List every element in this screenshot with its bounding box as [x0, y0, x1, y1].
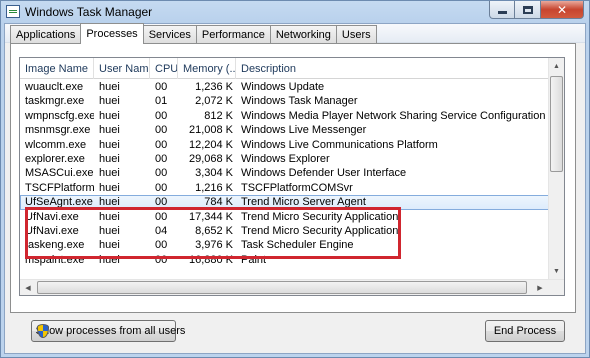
horizontal-scrollbar[interactable]: ◀ ▶: [20, 279, 564, 295]
cell-memory: 2,072 K: [195, 95, 233, 108]
process-row[interactable]: wuauclt.exe huei 00 1,236 K Windows Update: [20, 80, 550, 94]
cell-image-name: taskmgr.exe: [25, 95, 85, 108]
column-description[interactable]: Description: [236, 58, 550, 79]
cell-user-name: huei: [99, 81, 120, 93]
title-bar[interactable]: Windows Task Manager ✕: [1, 1, 589, 23]
end-process-label: End Process: [493, 325, 557, 337]
cell-user-name: huei: [99, 152, 120, 165]
end-process-button[interactable]: End Process: [485, 320, 565, 342]
cell-image-name: wuauclt.exe: [25, 81, 84, 93]
cell-user-name: huei: [99, 138, 120, 151]
cell-memory: 3,304 K: [195, 167, 233, 180]
column-image-name[interactable]: Image Name: [20, 58, 94, 79]
scroll-down-icon[interactable]: ▼: [549, 263, 564, 279]
cell-description: TSCFPlatformCOMSvr: [241, 181, 353, 194]
column-header-row: Image Name User Name CPU Memory (... Des…: [20, 58, 550, 79]
cell-description: Windows Update: [241, 81, 325, 93]
process-row[interactable]: taskmgr.exe huei 01 2,072 K Windows Task Man…: [20, 94, 550, 108]
cell-cpu: 00: [155, 109, 168, 122]
scroll-left-icon[interactable]: ◀: [20, 280, 36, 295]
tab-networking[interactable]: Networking: [269, 25, 337, 43]
column-user-name[interactable]: User Name: [94, 58, 150, 79]
cell-memory: 1,236 K: [195, 81, 233, 93]
cell-cpu: 00: [155, 167, 168, 180]
red-annotation-box: [25, 207, 401, 259]
cell-user-name: huei: [99, 95, 120, 108]
process-row[interactable]: wmpnscfg.exe huei 00 812 K Windows Media Pla…: [20, 109, 550, 123]
task-manager-window: Windows Task Manager ✕ File Options View…: [0, 0, 590, 358]
tab-users[interactable]: Users: [335, 25, 377, 43]
minimize-icon: [497, 11, 507, 14]
cell-description: Windows Live Communications Platform: [241, 138, 438, 151]
show-all-processes-label: Show processes from all users: [35, 325, 186, 337]
cell-cpu: 00: [155, 181, 168, 194]
vertical-scrollbar[interactable]: ▲ ▼: [548, 58, 564, 295]
cell-image-name: explorer.exe: [25, 152, 85, 165]
cell-description: Windows Defender User Interface: [241, 167, 407, 180]
cell-user-name: huei: [99, 109, 120, 122]
process-row[interactable]: msnmsgr.exe huei 00 21,008 K Windows Live Me…: [20, 123, 550, 137]
maximize-button[interactable]: [515, 1, 541, 19]
vertical-scroll-thumb[interactable]: [550, 76, 563, 172]
cell-cpu: 00: [155, 152, 168, 165]
cell-cpu: 00: [155, 81, 168, 93]
cell-user-name: huei: [99, 181, 120, 194]
cell-description: Windows Task Manager: [241, 95, 358, 108]
process-row[interactable]: MSASCui.exe huei 00 3,304 K Windows Defender…: [20, 166, 550, 180]
process-row[interactable]: explorer.exe huei 00 29,068 K Windows Explor…: [20, 152, 550, 166]
process-list[interactable]: Image Name User Name CPU Memory (... Des…: [19, 57, 565, 296]
cell-description: Windows Media Player Network Sharing Ser…: [241, 109, 550, 122]
cell-memory: 29,068 K: [188, 152, 233, 165]
cell-description: Windows Explorer: [241, 152, 330, 165]
column-cpu[interactable]: CPU: [150, 58, 178, 79]
cell-cpu: 00: [155, 124, 168, 137]
cell-image-name: TSCFPlatform...: [25, 181, 94, 194]
cell-user-name: huei: [99, 124, 120, 137]
scroll-up-icon[interactable]: ▲: [549, 58, 564, 74]
cell-image-name: wmpnscfg.exe: [25, 109, 94, 122]
process-row[interactable]: wlcomm.exe huei 00 12,204 K Windows Live Com…: [20, 138, 550, 152]
tab-strip: Applications Processes Services Performa…: [10, 23, 377, 44]
cell-image-name: wlcomm.exe: [25, 138, 87, 151]
cell-memory: 812 K: [204, 109, 233, 122]
tab-processes[interactable]: Processes: [80, 23, 144, 44]
window-title: Windows Task Manager: [25, 5, 153, 19]
close-button[interactable]: ✕: [541, 1, 584, 19]
minimize-button[interactable]: [489, 1, 515, 19]
tab-services[interactable]: Services: [142, 25, 197, 43]
cell-memory: 21,008 K: [188, 124, 233, 137]
column-memory[interactable]: Memory (...: [178, 58, 236, 79]
horizontal-scroll-thumb[interactable]: [37, 281, 527, 294]
scroll-right-icon[interactable]: ▶: [532, 280, 548, 295]
cell-cpu: 00: [155, 138, 168, 151]
close-icon: ✕: [556, 2, 568, 17]
cell-memory: 12,204 K: [188, 138, 233, 151]
cell-user-name: huei: [99, 167, 120, 180]
cell-cpu: 01: [155, 95, 168, 108]
cell-memory: 1,216 K: [195, 181, 233, 194]
cell-description: Windows Live Messenger: [241, 124, 367, 137]
cell-image-name: msnmsgr.exe: [25, 124, 91, 137]
tab-performance[interactable]: Performance: [195, 25, 271, 43]
caption-buttons: ✕: [489, 1, 584, 19]
maximize-icon: [522, 5, 533, 14]
process-row[interactable]: TSCFPlatform... huei 00 1,216 K TSCFPlatform…: [20, 181, 550, 195]
show-all-processes-button[interactable]: Show processes from all users: [31, 320, 185, 342]
cell-image-name: MSASCui.exe: [25, 167, 94, 180]
tab-applications[interactable]: Applications: [10, 25, 82, 43]
task-manager-app-icon: [6, 5, 20, 18]
